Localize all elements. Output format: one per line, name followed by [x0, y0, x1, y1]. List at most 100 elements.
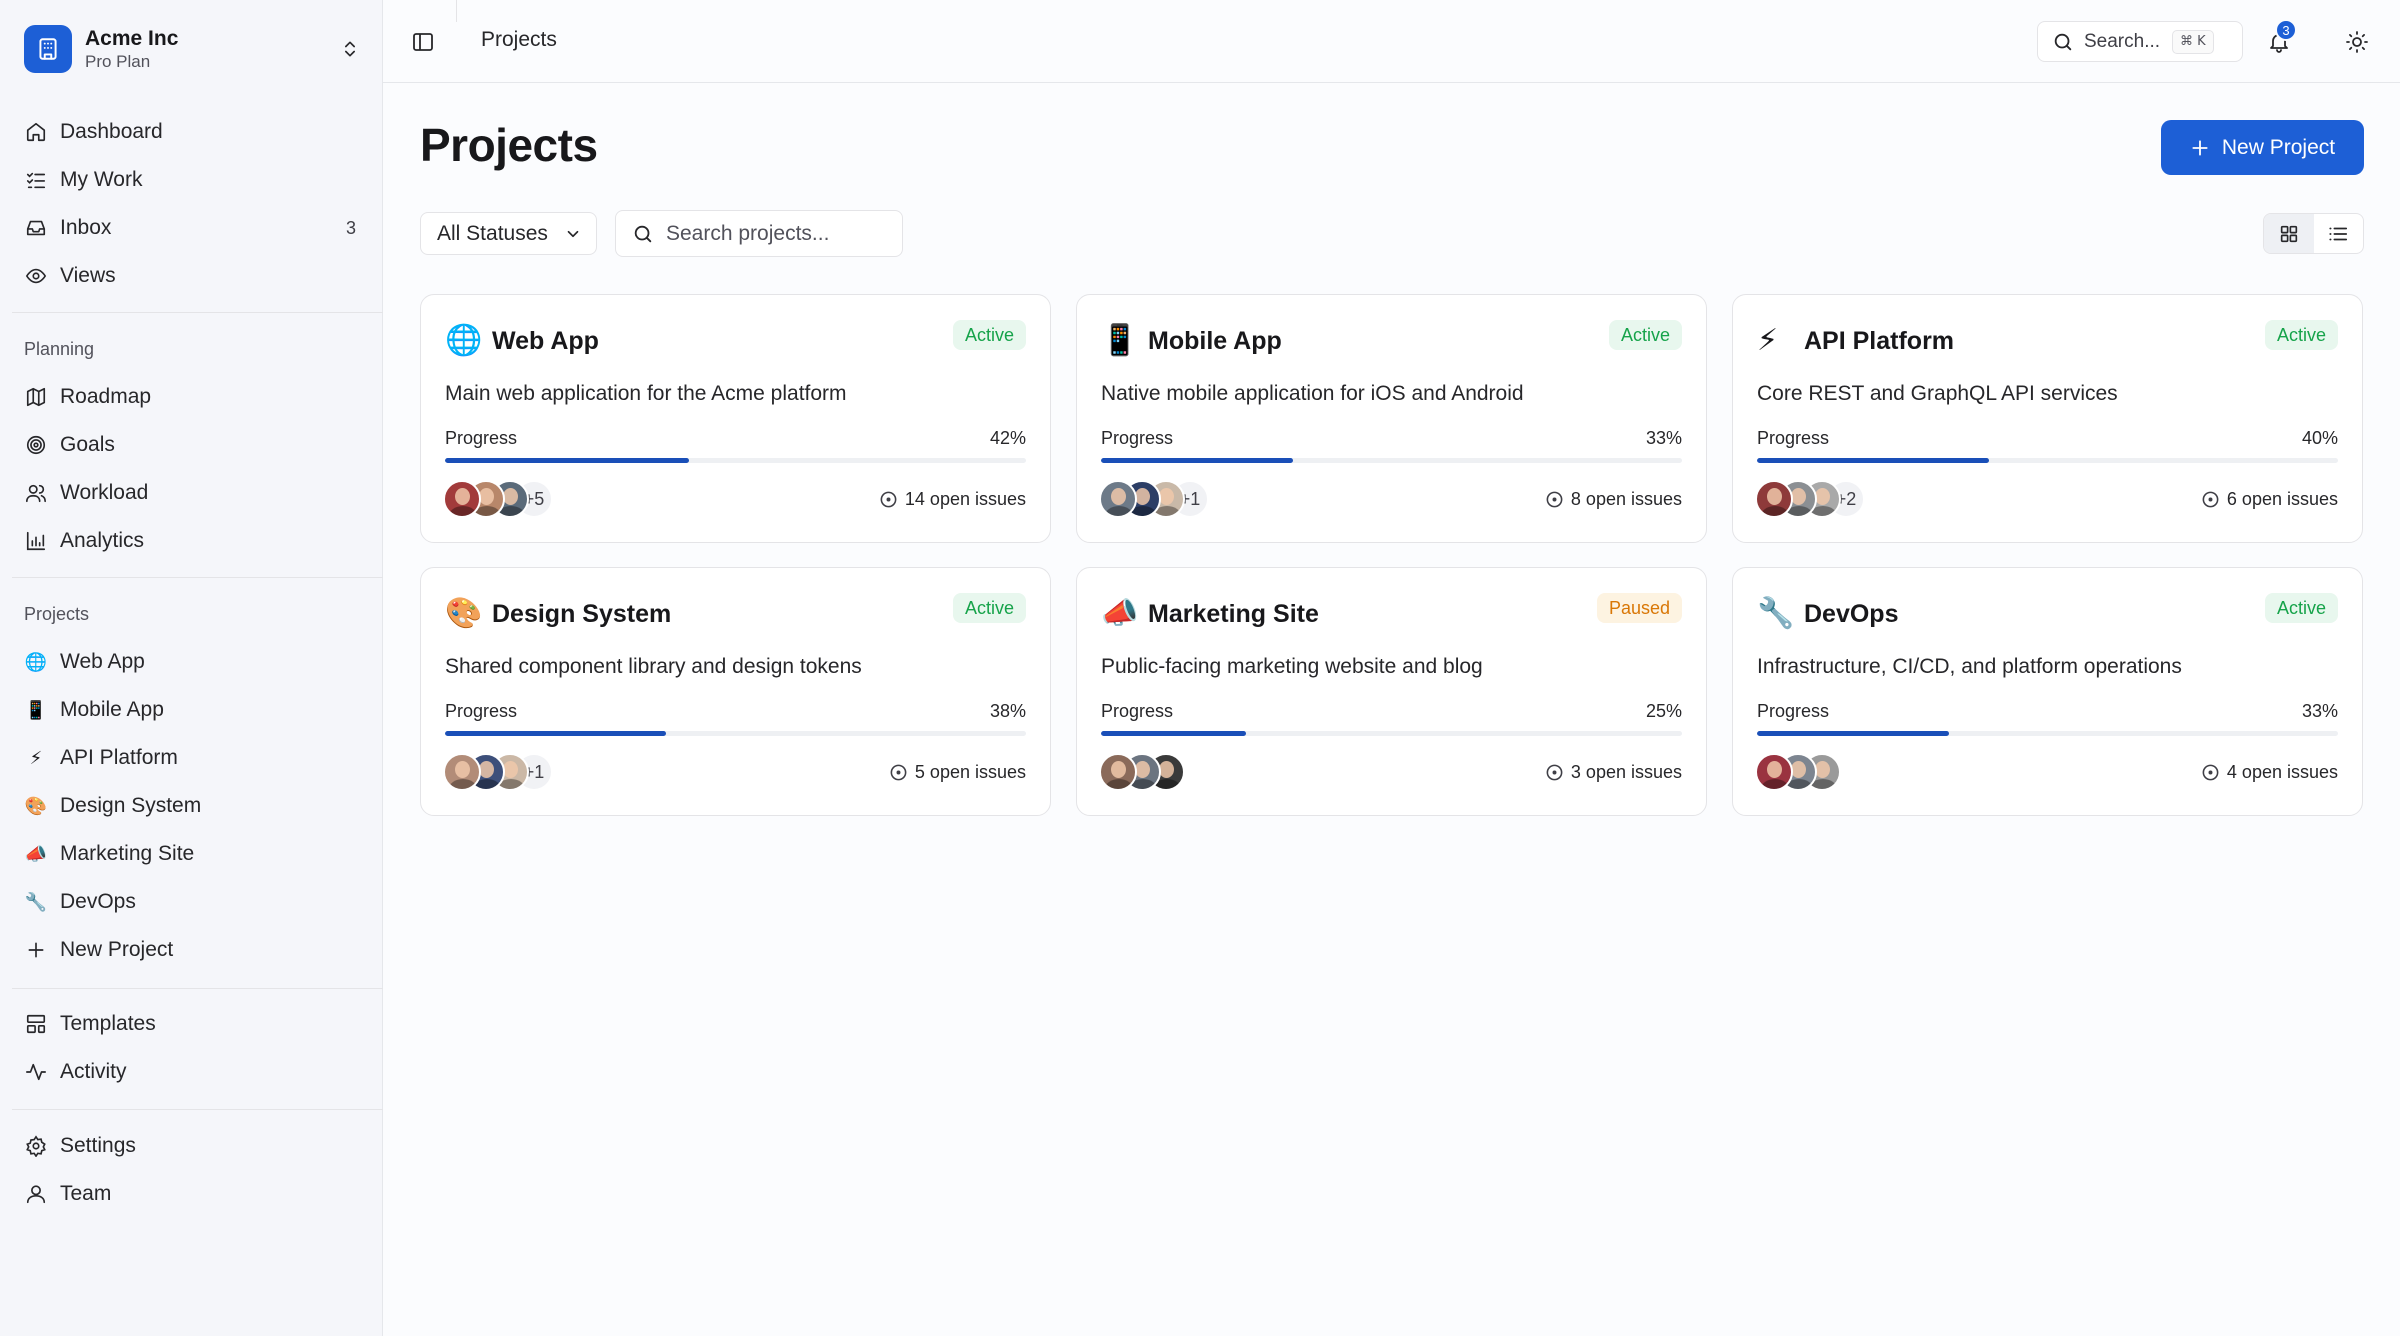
project-card-title: DevOps	[1804, 600, 1899, 628]
sidebar-item-label: DevOps	[60, 890, 136, 913]
progress-label: Progress	[445, 428, 518, 448]
project-card[interactable]: 🎨 Design System Active Shared component …	[420, 567, 1051, 816]
new-project-button[interactable]: New Project	[2161, 120, 2364, 175]
palette-icon: 🎨	[24, 796, 48, 816]
mobile-phone-icon: 📱	[1101, 324, 1139, 357]
circle-dot-icon	[879, 490, 898, 509]
project-card[interactable]: ⚡ API Platform Active Core REST and Grap…	[1732, 294, 2363, 543]
progress-bar	[1757, 731, 2338, 736]
list-view-button[interactable]	[2314, 214, 2364, 253]
sidebar-item-analytics[interactable]: Analytics	[12, 519, 370, 563]
project-card[interactable]: 📣 Marketing Site Paused Public-facing ma…	[1076, 567, 1707, 816]
sidebar-item-label: Web App	[60, 650, 145, 673]
sidebar-divider	[12, 312, 383, 313]
open-issues: 4 open issues	[2201, 762, 2338, 783]
org-name: Acme Inc	[85, 26, 179, 50]
open-issues: 8 open issues	[1545, 489, 1682, 510]
sidebar-toggle-button[interactable]	[409, 28, 437, 56]
user-icon	[24, 1182, 48, 1206]
project-card[interactable]: 🔧 DevOps Active Infrastructure, CI/CD, a…	[1732, 567, 2363, 816]
sidebar: Acme Inc Pro Plan Dashboard My Work Inbo…	[0, 0, 383, 1336]
progress-bar	[445, 731, 1026, 736]
plus-icon	[2190, 138, 2210, 158]
search-icon	[2054, 33, 2072, 50]
sidebar-item-activity[interactable]: Activity	[12, 1050, 370, 1094]
eye-icon	[24, 264, 48, 288]
project-search-input[interactable]	[666, 221, 886, 246]
org-switcher[interactable]: Acme Inc Pro Plan	[24, 24, 364, 74]
sidebar-item-team[interactable]: Team	[12, 1172, 370, 1216]
sidebar-item-project-web-app[interactable]: 🌐 Web App	[12, 640, 370, 684]
sidebar-item-workload[interactable]: Workload	[12, 471, 370, 515]
inbox-icon	[24, 216, 48, 240]
avatar	[1755, 753, 1793, 791]
users-icon	[24, 481, 48, 505]
status-filter-value: All Statuses	[437, 221, 548, 245]
wrench-icon: 🔧	[24, 892, 48, 912]
topbar: Projects Search... ⌘ K 3	[383, 0, 2400, 83]
grid-icon	[2280, 225, 2297, 242]
avatar	[1099, 480, 1137, 518]
map-icon	[24, 385, 48, 409]
sidebar-item-views[interactable]: Views	[12, 254, 370, 298]
panel-left-icon	[413, 33, 433, 51]
building-icon	[24, 25, 72, 73]
breadcrumb: Projects	[481, 28, 557, 51]
member-avatars	[1099, 753, 1185, 793]
progress-bar-fill	[1101, 458, 1293, 463]
home-icon	[24, 120, 48, 144]
project-card-title: Mobile App	[1148, 327, 1282, 355]
project-card[interactable]: 📱 Mobile App Active Native mobile applic…	[1076, 294, 1707, 543]
sidebar-item-project-api-platform[interactable]: ⚡ API Platform	[12, 736, 370, 780]
grid-view-button[interactable]	[2264, 214, 2314, 253]
sidebar-item-roadmap[interactable]: Roadmap	[12, 375, 370, 419]
sidebar-item-dashboard[interactable]: Dashboard	[12, 110, 370, 154]
sidebar-item-project-mobile-app[interactable]: 📱 Mobile App	[12, 688, 370, 732]
sidebar-item-label: Roadmap	[60, 385, 152, 408]
sidebar-item-label: New Project	[60, 938, 174, 961]
sidebar-item-templates[interactable]: Templates	[12, 1002, 370, 1046]
topbar-divider	[456, 0, 457, 22]
open-issues-count: 6 open issues	[2226, 489, 2338, 509]
sidebar-item-settings[interactable]: Settings	[12, 1124, 370, 1168]
circle-dot-icon	[2201, 763, 2220, 782]
sidebar-new-project[interactable]: New Project	[12, 928, 370, 972]
sidebar-item-goals[interactable]: Goals	[12, 423, 370, 467]
status-badge: Active	[2264, 593, 2338, 623]
inbox-count-badge: 3	[345, 217, 356, 238]
sidebar-item-project-marketing-site[interactable]: 📣 Marketing Site	[12, 832, 370, 876]
circle-dot-icon	[1545, 490, 1564, 509]
list-checks-icon	[24, 168, 48, 192]
project-card[interactable]: 🌐 Web App Active Main web application fo…	[420, 294, 1051, 543]
sun-icon	[2346, 31, 2368, 53]
sidebar-item-project-design-system[interactable]: 🎨 Design System	[12, 784, 370, 828]
progress-bar	[1101, 458, 1682, 463]
sidebar-divider	[12, 577, 383, 578]
status-filter-dropdown[interactable]: All Statuses	[420, 212, 597, 255]
circle-dot-icon	[889, 763, 908, 782]
open-issues-count: 4 open issues	[2226, 762, 2338, 782]
activity-icon	[24, 1060, 48, 1084]
circle-dot-icon	[2201, 490, 2220, 509]
progress-label: Progress	[1757, 428, 1830, 448]
megaphone-icon: 📣	[1101, 597, 1139, 630]
org-plan: Pro Plan	[85, 51, 151, 71]
open-issues: 6 open issues	[2201, 489, 2338, 510]
theme-toggle-button[interactable]	[2341, 26, 2373, 58]
sidebar-item-label: Analytics	[60, 529, 145, 552]
progress-value: 42%	[989, 428, 1026, 448]
progress-label: Progress	[1101, 428, 1174, 448]
sidebar-item-project-devops[interactable]: 🔧 DevOps	[12, 880, 370, 924]
notification-count-badge: 3	[2275, 19, 2297, 41]
global-search-button[interactable]: Search... ⌘ K	[2037, 21, 2243, 62]
sidebar-item-label: Mobile App	[60, 698, 164, 721]
progress-value: 33%	[2301, 701, 2338, 721]
progress-bar-fill	[1757, 458, 1990, 463]
sidebar-item-my-work[interactable]: My Work	[12, 158, 370, 202]
member-avatars	[1755, 753, 1841, 793]
sidebar-item-inbox[interactable]: Inbox 3	[12, 206, 370, 250]
circle-dot-icon	[1545, 763, 1564, 782]
mobile-phone-icon: 📱	[24, 700, 48, 720]
wrench-icon: 🔧	[1757, 597, 1795, 630]
sidebar-item-label: Workload	[60, 481, 149, 504]
